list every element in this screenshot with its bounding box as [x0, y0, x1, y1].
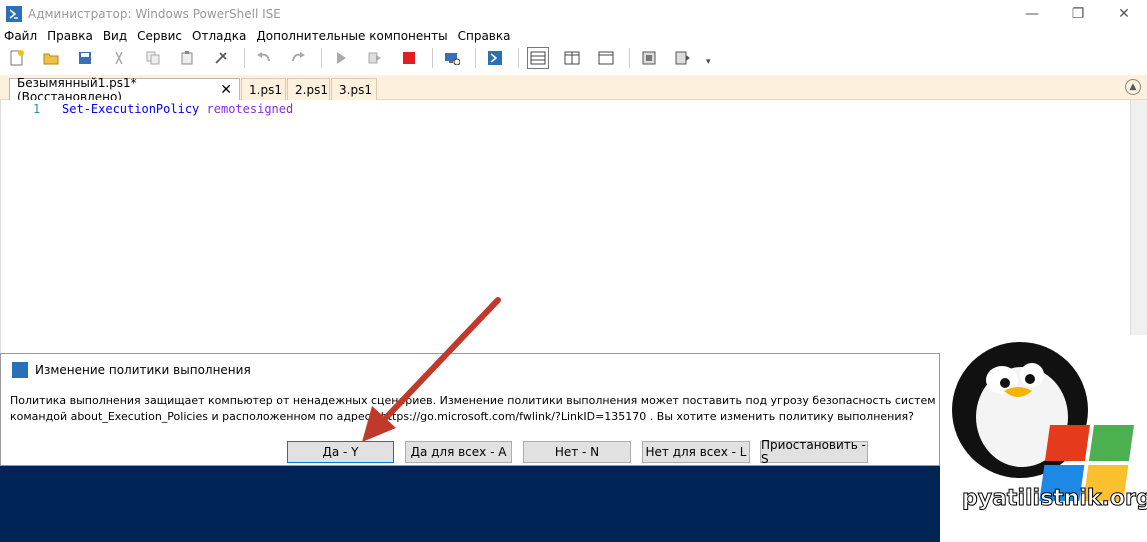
toolbar-separator — [518, 48, 519, 68]
menu-addons[interactable]: Дополнительные компоненты — [256, 29, 447, 43]
copy-icon[interactable] — [142, 47, 164, 69]
no-to-all-button[interactable]: Нет для всех - L — [642, 441, 750, 463]
toolbar-separator — [244, 48, 245, 68]
run-icon[interactable] — [330, 47, 352, 69]
minimize-button[interactable]: — — [1009, 0, 1055, 27]
restore-button[interactable]: ❐ — [1055, 0, 1101, 27]
toolbar-separator — [629, 48, 630, 68]
window-title: Администратор: Windows PowerShell ISE — [28, 6, 281, 21]
dialog-title: Изменение политики выполнения — [35, 363, 251, 377]
editor-scrollbar[interactable] — [1130, 100, 1147, 353]
redo-icon[interactable] — [287, 47, 309, 69]
tab-3ps1[interactable]: 3.ps1 — [331, 78, 377, 100]
menu-view[interactable]: Вид — [103, 29, 127, 43]
script-editor[interactable]: 1 Set-ExecutionPolicy remotesigned — [0, 100, 1147, 353]
title-bar: Администратор: Windows PowerShell ISE — … — [0, 0, 1147, 27]
undo-icon[interactable] — [253, 47, 275, 69]
toolbar-overflow-icon[interactable]: ▾ — [706, 57, 711, 67]
code-text[interactable]: Set-ExecutionPolicy remotesigned — [62, 102, 293, 116]
snippets-icon[interactable] — [638, 47, 660, 69]
cut-icon[interactable] — [108, 47, 130, 69]
menu-file[interactable]: Файл — [4, 29, 37, 43]
tab-1ps1[interactable]: 1.ps1 — [241, 78, 286, 100]
console-pane[interactable] — [0, 466, 940, 542]
run-selection-icon[interactable] — [364, 47, 386, 69]
open-file-icon[interactable] — [40, 47, 62, 69]
suspend-button[interactable]: Приостановить - S — [760, 438, 868, 466]
paste-icon[interactable] — [176, 47, 198, 69]
menu-help[interactable]: Справка — [458, 29, 511, 43]
clear-icon[interactable] — [210, 47, 232, 69]
menu-edit[interactable]: Правка — [47, 29, 93, 43]
menu-tools[interactable]: Сервис — [137, 29, 182, 43]
toolbar-separator — [432, 48, 433, 68]
cmdlet-token: Set-ExecutionPolicy — [62, 102, 200, 116]
menu-debug[interactable]: Отладка — [192, 29, 246, 43]
close-tab-icon[interactable]: ✕ — [220, 82, 232, 98]
close-button[interactable]: ✕ — [1101, 0, 1147, 27]
commands-icon[interactable] — [672, 47, 694, 69]
tab-label: 2.ps1 — [295, 82, 328, 97]
toolbar: ▾ — [0, 45, 1147, 71]
line-number: 1 — [33, 102, 41, 116]
no-button[interactable]: Нет - N — [523, 441, 631, 463]
layout-max-icon[interactable] — [595, 47, 617, 69]
stop-icon[interactable] — [398, 47, 420, 69]
script-tab-strip: Безымянный1.ps1*(Восстановлено) ✕ 1.ps1 … — [0, 75, 1147, 104]
toolbar-separator — [475, 48, 476, 68]
tab-label: 3.ps1 — [339, 82, 372, 97]
argument-token: remotesigned — [206, 102, 294, 116]
menu-bar: Файл Правка Вид Сервис Отладка Дополните… — [0, 27, 1147, 45]
layout-right-icon[interactable] — [561, 47, 583, 69]
tab-label: 1.ps1 — [249, 82, 282, 97]
remote-powershell-icon[interactable] — [441, 47, 463, 69]
collapse-script-pane-icon[interactable]: ▲ — [1125, 79, 1141, 95]
tab-untitled1[interactable]: Безымянный1.ps1*(Восстановлено) ✕ — [9, 76, 240, 104]
toolbar-separator — [321, 48, 322, 68]
layout-top-icon[interactable] — [527, 47, 549, 69]
powershell-icon — [12, 362, 28, 378]
watermark-text: pyatilistnik.org — [962, 486, 1147, 512]
annotation-arrow — [362, 297, 501, 442]
powershell-icon — [6, 5, 22, 22]
new-file-icon[interactable] — [6, 47, 28, 69]
powershell-console-icon[interactable] — [484, 47, 506, 69]
save-icon[interactable] — [74, 47, 96, 69]
tab-2ps1[interactable]: 2.ps1 — [287, 78, 330, 100]
